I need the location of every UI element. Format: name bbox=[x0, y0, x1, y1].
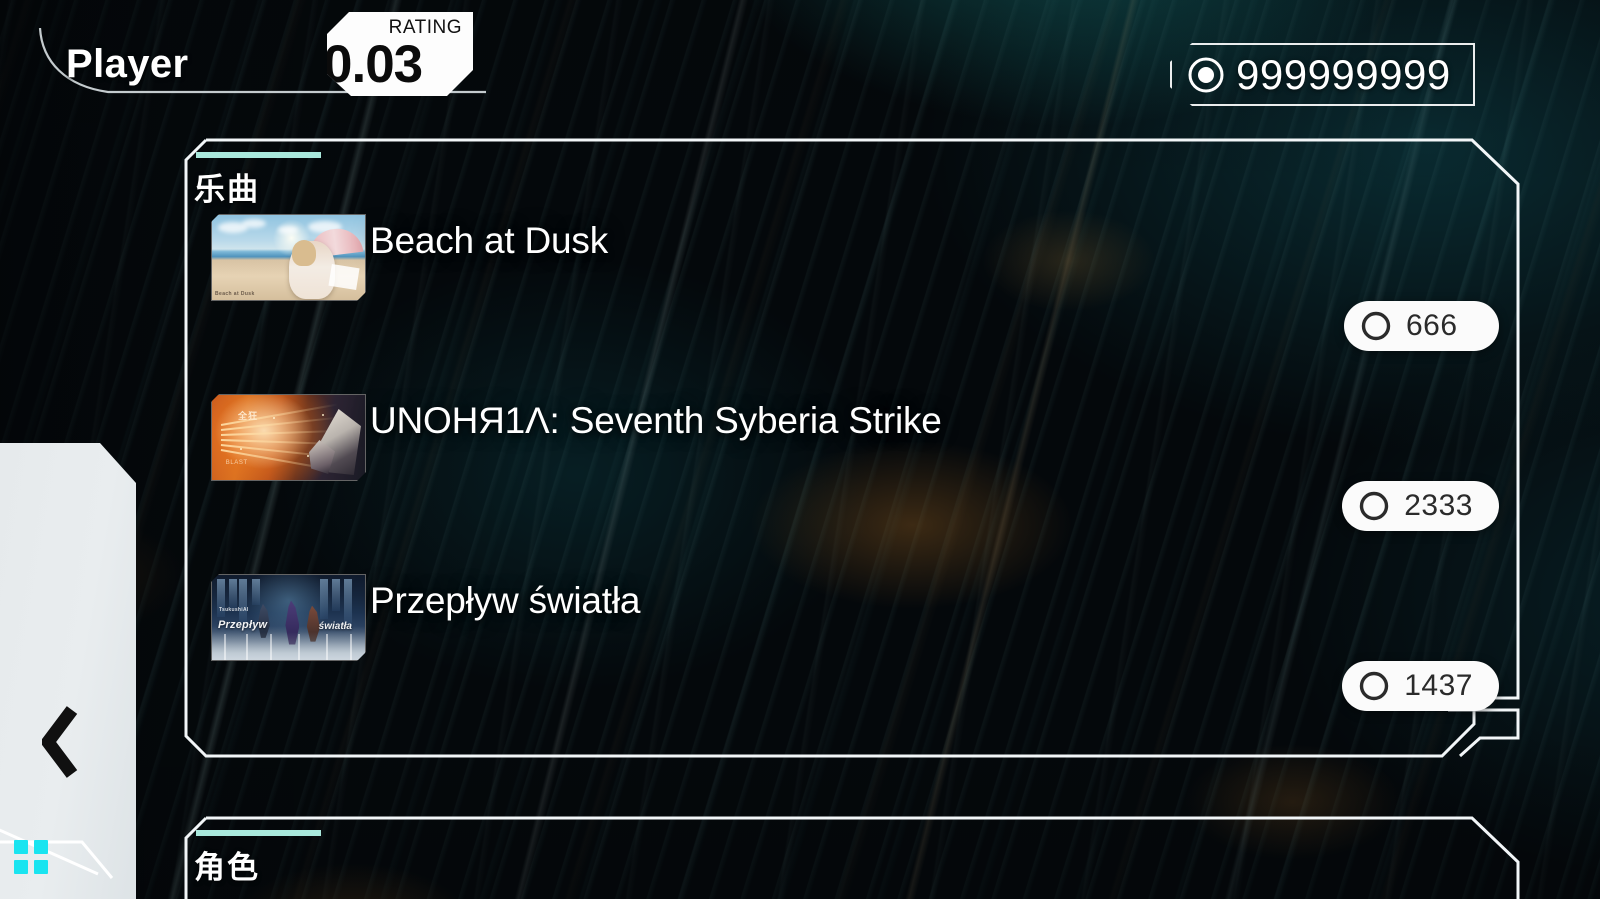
song-list-item[interactable]: 全狂 BLAST UNOHЯ1Λ: Seventh Syberia Strike… bbox=[184, 384, 1520, 564]
artwork-paper bbox=[328, 264, 359, 290]
grid-cell bbox=[34, 860, 48, 874]
song-score-badge: 2333 bbox=[1342, 481, 1499, 531]
artwork-caption: Beach at Dusk bbox=[215, 291, 255, 297]
song-list-item[interactable]: TsukushiAI Przepływ światła Przepływ świ… bbox=[184, 564, 1520, 744]
song-panel-title: 乐曲 bbox=[194, 172, 260, 207]
artwork-title-part1: Przepływ bbox=[218, 619, 268, 631]
rating-value: 0.03 bbox=[327, 35, 423, 94]
chevron-left-icon bbox=[42, 706, 78, 778]
ring-icon bbox=[1360, 491, 1389, 521]
song-artwork-unohria: 全狂 BLAST bbox=[212, 395, 365, 480]
song-thumbnail[interactable]: TsukushiAI Przepływ światła bbox=[211, 574, 366, 661]
artwork-glyph: 全狂 bbox=[238, 410, 259, 421]
artwork-road bbox=[212, 632, 365, 660]
song-thumbnail[interactable]: 全狂 BLAST bbox=[211, 394, 366, 481]
song-list-item[interactable]: Beach at Dusk Beach at Dusk 666 bbox=[184, 204, 1520, 384]
song-artwork-przeplyw: TsukushiAI Przepływ światła bbox=[212, 575, 365, 660]
player-name: Player bbox=[66, 42, 189, 86]
song-title: Beach at Dusk bbox=[370, 220, 609, 261]
rating-badge: RATING 0.03 bbox=[327, 12, 473, 96]
artwork-title-part2: światła bbox=[318, 621, 352, 632]
song-title: Przepływ światła bbox=[370, 580, 641, 621]
header-bar: Player RATING 0.03 999999999 bbox=[0, 0, 1600, 132]
song-list: Beach at Dusk Beach at Dusk 666 全狂 BLAST… bbox=[184, 204, 1520, 744]
song-panel: 乐曲 Beach at Dusk Beach at Dusk 666 全狂 BL… bbox=[184, 138, 1520, 758]
song-score-value: 2333 bbox=[1404, 489, 1473, 522]
currency-value: 999999999 bbox=[1236, 51, 1451, 98]
song-thumbnail[interactable]: Beach at Dusk bbox=[211, 214, 366, 301]
grid-cell bbox=[14, 860, 28, 874]
song-artwork-beach: Beach at Dusk bbox=[212, 215, 365, 300]
character-panel: 角色 bbox=[184, 816, 1520, 899]
artwork-glyph-sub: BLAST bbox=[225, 460, 248, 467]
artwork-figure-hair bbox=[292, 240, 316, 266]
ring-icon bbox=[1361, 311, 1391, 341]
ring-icon bbox=[1360, 671, 1389, 701]
grid-cell bbox=[34, 840, 48, 854]
currency-display[interactable]: 999999999 bbox=[1170, 43, 1475, 106]
song-score-badge: 1437 bbox=[1342, 661, 1499, 711]
ring-icon bbox=[1188, 57, 1224, 93]
song-panel-accent-line bbox=[196, 152, 321, 158]
grid-menu-icon[interactable] bbox=[14, 840, 48, 874]
artwork-artist: TsukushiAI bbox=[219, 607, 249, 613]
song-score-badge: 666 bbox=[1344, 301, 1499, 351]
character-panel-title: 角色 bbox=[194, 850, 260, 885]
song-title: UNOHЯ1Λ: Seventh Syberia Strike bbox=[370, 400, 942, 441]
song-score-value: 1437 bbox=[1404, 669, 1473, 702]
grid-cell bbox=[14, 840, 28, 854]
character-panel-accent-line bbox=[196, 830, 321, 836]
song-score-value: 666 bbox=[1406, 309, 1458, 342]
character-panel-frame bbox=[184, 816, 1520, 899]
